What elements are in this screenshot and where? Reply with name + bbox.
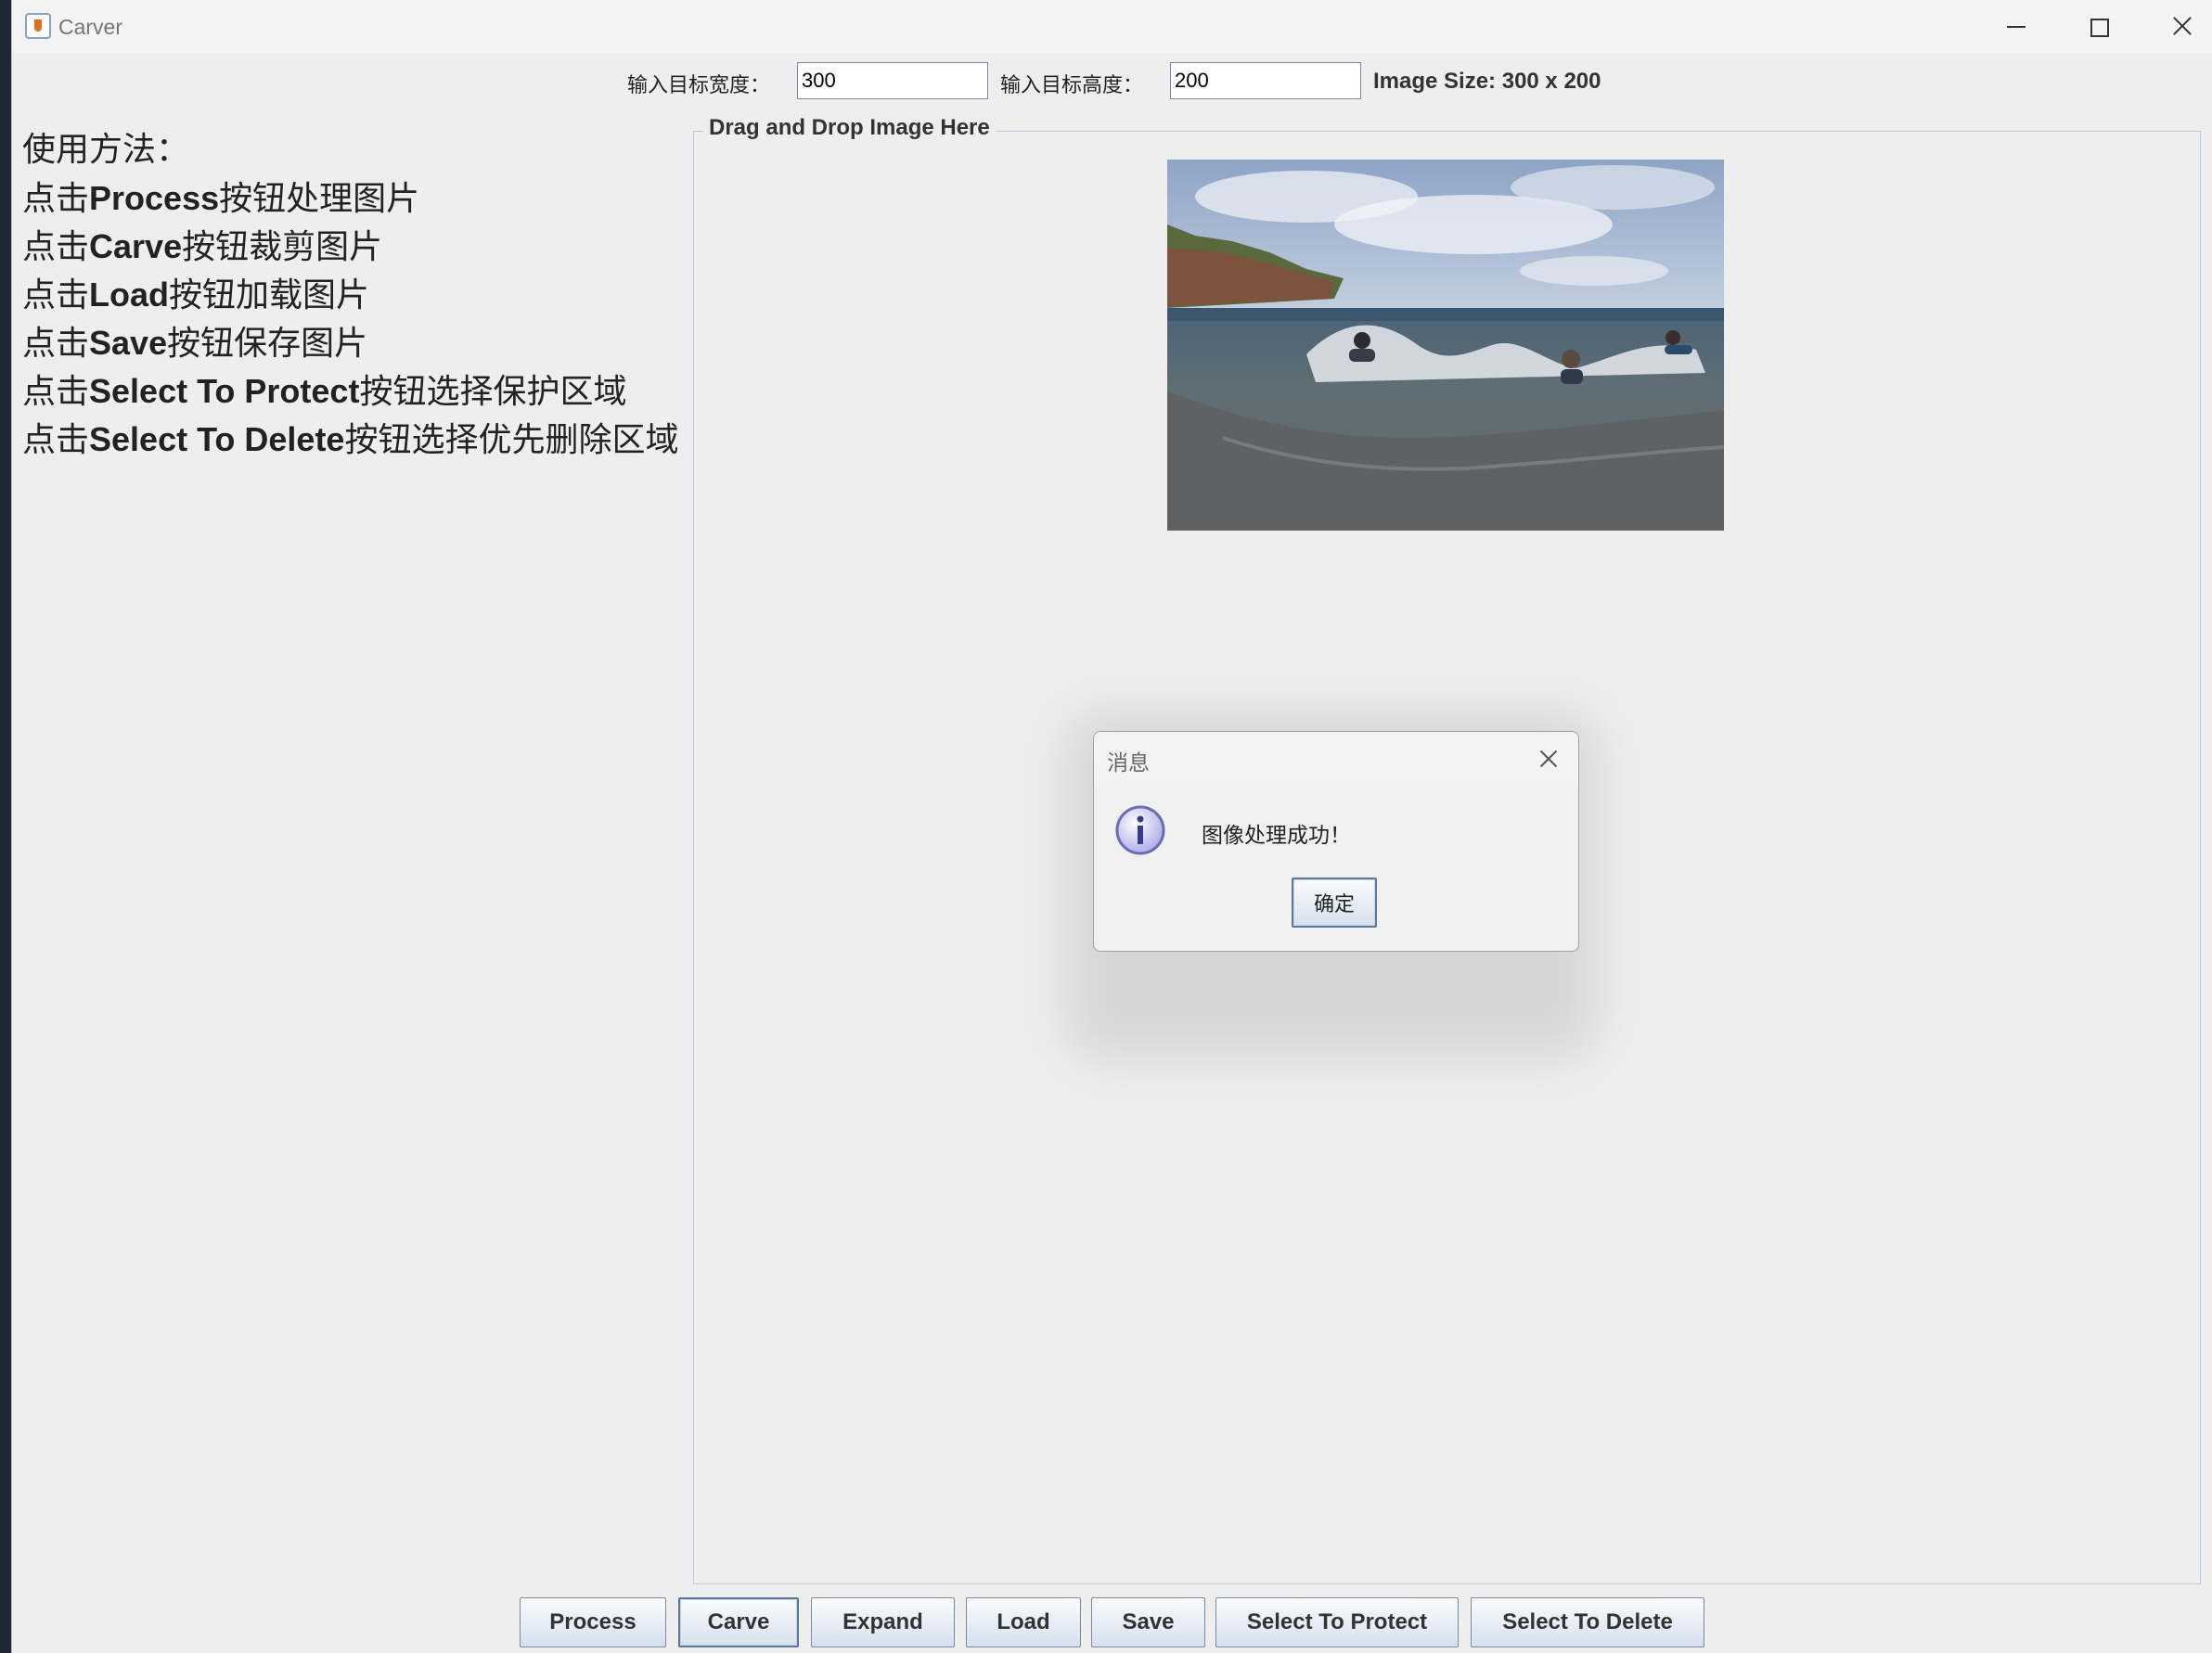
instructions-panel: 使用方法： 点击Process按钮处理图片 点击Carve按钮裁剪图片 点击Lo…	[22, 126, 678, 464]
window-title: Carver	[58, 15, 123, 39]
dialog-message: 图像处理成功！	[1202, 824, 1351, 848]
instruction-line: 点击Process按钮处理图片	[22, 179, 420, 218]
drop-area-title: Drag and Drop Image Here	[703, 115, 996, 141]
close-icon[interactable]	[2155, 9, 2207, 43]
select-to-protect-button[interactable]: Select To Protect	[1215, 1597, 1459, 1647]
load-button[interactable]: Load	[966, 1597, 1081, 1647]
dialog-title-bar[interactable]: 消息	[1094, 732, 1578, 786]
dialog-title: 消息	[1107, 751, 1150, 775]
java-app-icon	[25, 13, 51, 39]
info-icon	[1115, 805, 1165, 855]
instructions-heading: 使用方法：	[22, 131, 190, 169]
expand-button[interactable]: Expand	[811, 1597, 955, 1647]
dialog-close-icon[interactable]	[1530, 741, 1567, 775]
maximize-icon[interactable]	[2072, 9, 2124, 43]
process-button[interactable]: Process	[520, 1597, 666, 1647]
save-button[interactable]: Save	[1091, 1597, 1205, 1647]
minimize-icon[interactable]	[1988, 9, 2040, 43]
instruction-line: 点击Load按钮加载图片	[22, 276, 370, 314]
instruction-line: 点击Select To Protect按钮选择保护区域	[22, 372, 627, 411]
target-height-label: 输入目标高度：	[1000, 74, 1144, 97]
ok-button[interactable]: 确定	[1292, 878, 1377, 928]
image-size-label: Image Size: 300 x 200	[1373, 69, 1601, 94]
instruction-line: 点击Carve按钮裁剪图片	[22, 227, 383, 266]
target-width-input[interactable]	[797, 62, 988, 99]
instruction-line: 点击Save按钮保存图片	[22, 324, 368, 363]
target-height-input[interactable]	[1170, 62, 1361, 99]
beach-photo	[1167, 160, 1724, 531]
title-bar[interactable]: Carver	[12, 0, 2212, 53]
target-width-label: 输入目标宽度：	[627, 74, 771, 97]
select-to-delete-button[interactable]: Select To Delete	[1471, 1597, 1704, 1647]
carve-button[interactable]: Carve	[678, 1597, 799, 1647]
instruction-line: 点击Select To Delete按钮选择优先删除区域	[22, 420, 679, 459]
beach-photo-image	[1167, 160, 1724, 531]
message-dialog: 消息 图像处理成功！ 确定	[1093, 731, 1579, 952]
